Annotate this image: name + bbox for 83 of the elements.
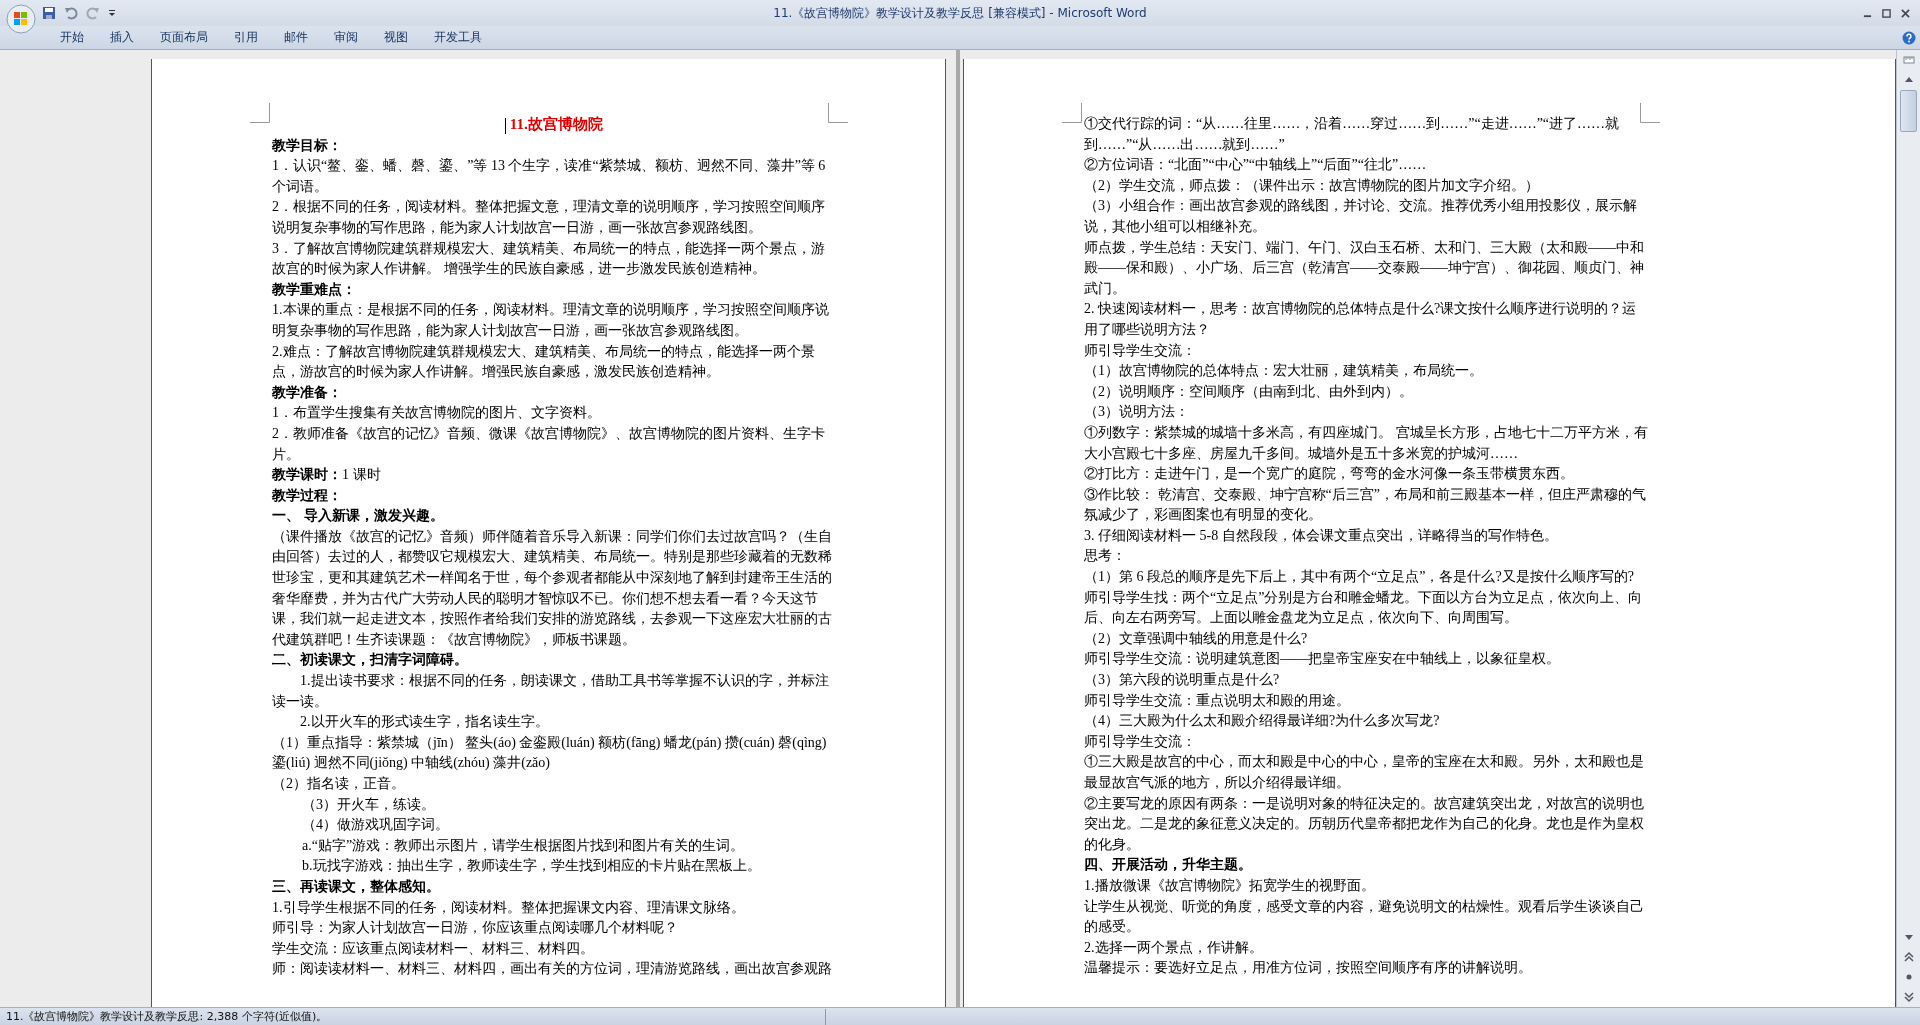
paragraph-text: 师点拨，学生总结：天安门、端门、午门、汉白玉石桥、太和门、三大殿（太和殿——中和殿——保和殿）、小广场、后三宫（乾清宫——交泰殿——坤宁宫）、御花园、顺贞门、神武门。 <box>1084 239 1644 296</box>
close-icon[interactable] <box>1901 8 1910 18</box>
ribbon-tab[interactable]: 邮件 <box>274 27 318 48</box>
paragraph-text: （2）指名读，正音。 <box>272 776 405 791</box>
paragraph-text: （2）说明顺序：空间顺序（由南到北、由外到内）。 <box>1084 383 1413 399</box>
paragraph-text: 师引导学生交流：重点说明太和殿的用途。 <box>1084 692 1350 708</box>
text-cursor <box>505 117 507 134</box>
paragraph-text: b.玩找字游戏：抽出生字，教师读生字，学生找到相应的卡片贴在黑板上。 <box>302 858 761 874</box>
section-heading: 二、初读课文，扫清字词障碍。 <box>272 652 468 668</box>
paragraph-text: 1.引导学生根据不同的任务，阅读材料。整体把握课文内容、理清课文脉络。 <box>272 899 745 915</box>
paragraph-text: 1.本课的重点：是根据不同的任务，阅读材料。理清文章的说明顺序，学习按照空间顺序说明复杂事物的写作思路，能为家人计划故宫一日游，画一张故宫参观路线图。 <box>272 302 829 338</box>
ribbon-tab[interactable]: 开发工具 <box>424 27 492 48</box>
paragraph-text: 温馨提示：要选好立足点，用准方位词，按照空间顺序有序的讲解说明。 <box>1084 960 1532 976</box>
help-icon[interactable] <box>1902 30 1916 45</box>
paragraph-text: 让学生从视觉、听觉的角度，感受文章的内容，避免说明文的枯燥性。观看后学生谈谈自己的感受。 <box>1084 898 1644 935</box>
section-heading: 教学过程： <box>272 487 342 503</box>
paragraph-text: ①三大殿是故宫的中心，而太和殿是中心的中心，皇帝的宝座在太和殿。另外，太和殿也是最显故宫气派的地方，所以介绍得最详细。 <box>1084 754 1644 790</box>
paragraph-text: 1.提出读书要求：根据不同的任务，朗读课文，借助工具书等掌握不认识的字，并标注读一读。 <box>272 673 829 709</box>
paragraph-text: 思考： <box>1084 548 1126 564</box>
ribbon-tab[interactable]: 插入 <box>100 27 144 48</box>
paragraph-text: 2.选择一两个景点，作讲解。 <box>1084 939 1263 955</box>
paragraph-text: 1．布置学生搜集有关故宫博物院的图片、文字资料。 <box>272 405 601 421</box>
paragraph-text: 3. 仔细阅读材料一 5-8 自然段段，体会课文重点突出，详略得当的写作特色。 <box>1084 527 1558 543</box>
paragraph-text: 师引导：为家人计划故宫一日游，你应该重点阅读哪几个材料呢？ <box>272 920 678 936</box>
caret-icon[interactable] <box>108 9 116 17</box>
paragraph-text: 学生交流：应该重点阅读材料一、材料三、材料四。 <box>272 940 594 956</box>
paragraph-text: （1）第 6 段总的顺序是先下后上，其中有两个“立足点”，各是什么?又是按什么顺序写的? <box>1084 569 1634 585</box>
paragraph-text: （3）第六段的说明重点是什么? <box>1084 672 1280 688</box>
paragraph-text: （2）文章强调中轴线的用意是什么? <box>1084 630 1308 646</box>
paragraph-text: 1.播放微课《故宫博物院》拓宽学生的视野面。 <box>1084 877 1375 893</box>
paragraph-text: 2．教师准备《故宫的记忆》音频、微课《故宫博物院》、故宫博物院的图片资料、生字卡片。 <box>272 425 825 462</box>
paragraph-text: 2．根据不同的任务，阅读材料。整体把握文意，理清文章的说明顺序，学习按照空间顺序说明复杂事物的写作思路，能为家人计划故宫一日游，画一张故宫参观路线图。 <box>272 199 825 235</box>
section-heading: 一、 导入新课，激发兴趣。 <box>272 508 444 524</box>
save-icon[interactable] <box>42 6 56 20</box>
paragraph-text: 2.难点：了解故宫博物院建筑群规模宏大、建筑精美、布局统一的特点，能选择一两个景点，游故宫的时候为家人作讲解。增强民族自豪感，激发民族创造精神。 <box>272 343 815 380</box>
paragraph-text: a.“贴字”游戏：教师出示图片，请学生根据图片找到和图片有关的生词。 <box>302 837 745 853</box>
corner-mark-icon <box>828 103 848 123</box>
paragraph-text: ③作比较： 乾清宫、交泰殿、坤宁宫称“后三宫”，布局和前三殿基本一样，但庄严肃穆的气氛减少了，彩画图案也有明显的变化。 <box>1084 486 1646 523</box>
paragraph-text: 2. 快速阅读材料一，思考：故宫博物院的总体特点是什么?课文按什么顺序进行说明的？运用了哪些说明方法？ <box>1084 301 1637 337</box>
paragraph-text: ②方位词语：“北面”“中心”“中轴线上”“后面”“往北”…… <box>1084 157 1427 173</box>
section-heading: 教学准备： <box>272 384 342 400</box>
vertical-scrollbar[interactable] <box>1896 50 1920 1007</box>
corner-mark-icon <box>1640 103 1660 123</box>
paragraph-text: 师引导学生交流： <box>1084 342 1196 358</box>
paragraph-text: 师引导学生找：两个“立足点”分别是方台和雕金蟠龙。下面以方台为立足点，依次向上、向后、向左右两旁写。上面以雕金盘龙为立足点，依次向下、向周围写。 <box>1084 589 1643 626</box>
section-heading: 教学重难点： <box>272 281 356 297</box>
paragraph-text: ②打比方：走进午门，是一个宽广的庭院，弯弯的金水河像一条玉带横贯东西。 <box>1084 466 1574 482</box>
paragraph-text: ②主要写龙的原因有两条：一是说明对象的特征决定的。故宫建筑突出龙，对故宫的说明也突出龙。二是龙的象征意义决定的。历朝历代皇帝都把龙作为自己的化身。龙也是作为皇权的化身。 <box>1084 795 1644 852</box>
section-heading: 教学目标： <box>272 137 342 153</box>
paragraph-text: ①列数字：紫禁城的城墙十多米高，有四座城门。 宫城呈长方形，占地七十二万平方米，有大小宫殿七十多座、房屋九千多间。城墙外是五十多米宽的护城河…… <box>1084 424 1648 461</box>
paragraph-text: （3）说明方法： <box>1084 404 1189 420</box>
ribbon-tab[interactable]: 引用 <box>224 27 268 48</box>
ribbon-tab[interactable]: 视图 <box>374 27 418 48</box>
document-title: 11.故宫博物院 <box>509 116 603 132</box>
ribbon-tab[interactable]: 开始 <box>50 27 94 48</box>
paragraph-text: （4）做游戏巩固字词。 <box>302 817 449 833</box>
ribbon-tab[interactable]: 审阅 <box>324 27 368 48</box>
scroll-thumb[interactable] <box>1900 90 1917 132</box>
corner-mark-icon <box>250 103 270 123</box>
paragraph-text: （3）开火车，练读。 <box>302 796 435 812</box>
undo-icon[interactable] <box>64 6 78 20</box>
paragraph-text: （1）重点指导：紫禁城（jīn） 鳌头(áo) 金銮殿(luán) 额枋(fāng) 蟠龙(pán) 攒(cuán) 磬(qìng) 鎏(liú) 迥然不同(jiǒng) 中轴线(zhóu) 藻井(zǎo) <box>272 734 827 771</box>
paragraph-text: （课件播放《故宫的记忆》音频）师伴随着音乐导入新课：同学们你们去过故宫吗？（生自由回答）去过的人，都赞叹它规模宏大、建筑精美、布局统一。特别是那些珍藏着的无数稀世珍宝，更和其建筑艺术一样闻名于世，每个参观者都能从中深刻地了解到封建帝王生活的奢华靡费，并为古代广大劳动人民的聪明才智惊叹不已。你们想不想去看一看？今天这节课，我们就一起走进文本，按照作者给我们安排的游览路线，去参观一下这座宏大壮丽的古代建筑群吧！生齐读课题：《故宫博物院》，师板书课题。 <box>272 528 832 647</box>
ribbon-tab[interactable]: 页面布局 <box>150 27 218 48</box>
paragraph-text: 2.以开火车的形式读生字，指名读生字。 <box>300 714 549 730</box>
corner-mark-icon <box>1062 103 1082 123</box>
paragraph-text: （2）学生交流，师点拨：（课件出示：故宫博物院的图片加文字介绍。） <box>1084 177 1539 193</box>
paragraph-text: （1）故宫博物院的总体特点：宏大壮丽，建筑精美，布局统一。 <box>1084 363 1483 379</box>
paragraph-text: （4）三大殿为什么太和殿介绍得最详细?为什么多次写龙? <box>1084 713 1440 729</box>
window-title: 11.《故宫博物院》教学设计及教学反思 [兼容模式] - Microsoft Word <box>773 4 1147 22</box>
paragraph-text: 师引导学生交流：说明建筑意图——把皇帝宝座安在中轴线上，以象征皇权。 <box>1084 651 1560 667</box>
paragraph-text: 教学课时：1 课时 <box>272 467 381 483</box>
paragraph-text: （3）小组合作：画出故宫参观的路线图，并讨论、交流。推荐优秀小组用投影仪，展示解说，其他小组可以相继补充。 <box>1084 198 1637 234</box>
maximize-icon[interactable] <box>1882 8 1891 18</box>
paragraph-text: 师引导学生交流： <box>1084 733 1196 749</box>
paragraph-text: 3．了解故宫博物院建筑群规模宏大、建筑精美、布局统一的特点，能选择一两个景点，游故宫的时候为家人作讲解。 增强学生的民族自豪感，进一步激发民族创造精神。 <box>272 240 825 277</box>
status-text: 11.《故宫博物院》教学设计及教学反思: 2,388 个字符(近似值)。 <box>5 1009 328 1024</box>
paragraph-text: 1．认识“鳌、銮、蟠、磬、鎏、”等 13 个生字，读准“紫禁城、额枋、迥然不同、藻井”等 6 个词语。 <box>272 158 826 194</box>
paragraph-text: 师：阅读读材料一、材料三、材料四，画出有关的方位词，理清游览路线，画出故宫参观路 <box>272 961 832 977</box>
paragraph-text: ①交代行踪的词：“从……往里……，沿着……穿过……到……”“走进……”“进了……就到……”“从……出……就到……” <box>1084 116 1620 152</box>
next-page-icon[interactable] <box>1901 990 1916 1004</box>
section-heading: 四、开展活动，升华主题。 <box>1084 857 1252 873</box>
section-heading: 三、再读课文，整体感知。 <box>272 878 440 894</box>
